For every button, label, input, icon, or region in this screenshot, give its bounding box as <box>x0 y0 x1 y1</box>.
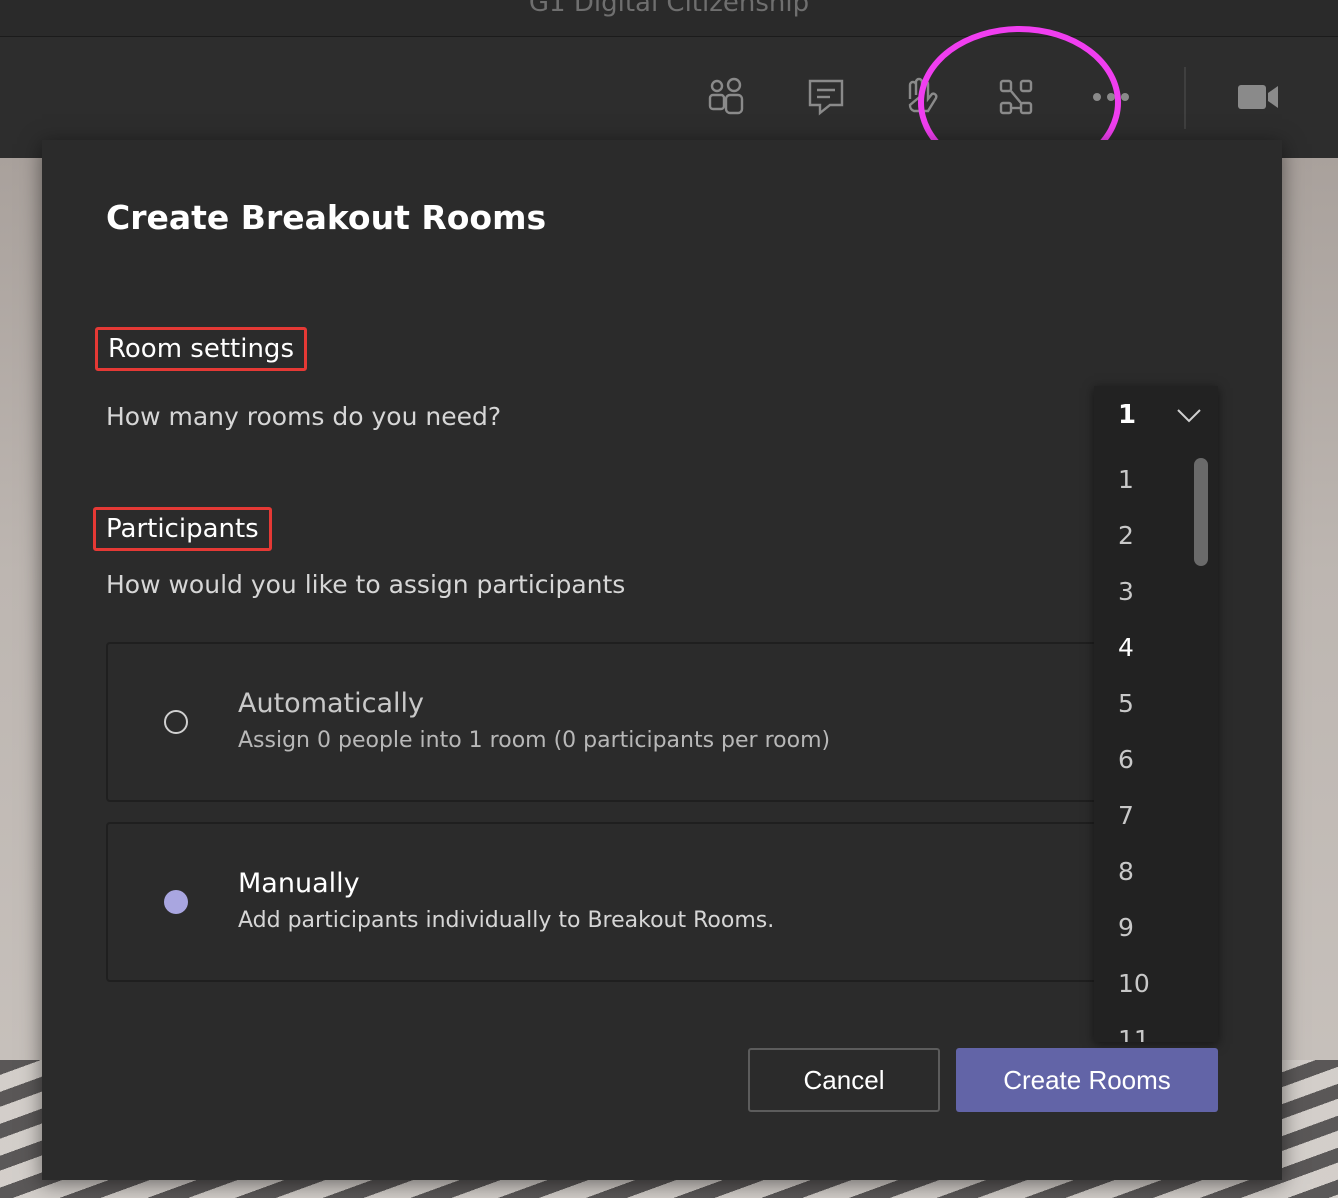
room-count-option[interactable]: 4 <box>1118 628 1150 684</box>
room-count-dropdown[interactable]: 1 1 2 3 4 5 6 7 8 9 10 11 <box>1094 386 1218 1042</box>
automatic-option-description: Assign 0 people into 1 room (0 participa… <box>238 728 831 753</box>
chat-icon[interactable] <box>806 77 846 117</box>
camera-icon[interactable] <box>1236 77 1280 117</box>
manual-option-description: Add participants individually to Breakou… <box>238 908 775 933</box>
automatic-option-title: Automatically <box>238 688 424 719</box>
room-settings-label: Room settings <box>95 327 307 371</box>
room-count-option[interactable]: 7 <box>1118 796 1150 852</box>
room-count-option[interactable]: 11 <box>1118 1020 1150 1042</box>
room-count-option[interactable]: 2 <box>1118 516 1150 572</box>
room-count-option[interactable]: 10 <box>1118 964 1150 1020</box>
create-rooms-button[interactable]: Create Rooms <box>956 1048 1218 1112</box>
manual-option-title: Manually <box>238 868 360 899</box>
chevron-down-icon[interactable] <box>1176 408 1202 424</box>
automatic-radio[interactable] <box>164 710 188 734</box>
meeting-title: G1 Digital Citizenship <box>528 0 810 18</box>
room-count-options: 1 2 3 4 5 6 7 8 9 10 11 <box>1118 460 1150 1042</box>
manual-radio[interactable] <box>164 890 188 914</box>
assign-participants-question: How would you like to assign participant… <box>106 570 626 599</box>
people-icon[interactable] <box>706 77 746 117</box>
automatic-assign-option[interactable]: Automatically Assign 0 people into 1 roo… <box>106 642 1106 802</box>
room-count-option[interactable]: 6 <box>1118 740 1150 796</box>
room-count-selected-value[interactable]: 1 <box>1118 400 1136 430</box>
room-count-option[interactable]: 9 <box>1118 908 1150 964</box>
participants-label: Participants <box>93 507 272 551</box>
room-count-option[interactable]: 1 <box>1118 460 1150 516</box>
dialog-title: Create Breakout Rooms <box>106 198 547 237</box>
title-bar: G1 Digital Citizenship <box>0 0 1338 37</box>
room-count-question: How many rooms do you need? <box>106 402 502 431</box>
room-count-option[interactable]: 3 <box>1118 572 1150 628</box>
cancel-button[interactable]: Cancel <box>748 1048 940 1112</box>
toolbar-divider <box>1184 67 1186 129</box>
dropdown-scrollbar[interactable] <box>1194 458 1208 566</box>
room-count-option[interactable]: 5 <box>1118 684 1150 740</box>
room-count-option[interactable]: 8 <box>1118 852 1150 908</box>
manual-assign-option[interactable]: Manually Add participants individually t… <box>106 822 1106 982</box>
